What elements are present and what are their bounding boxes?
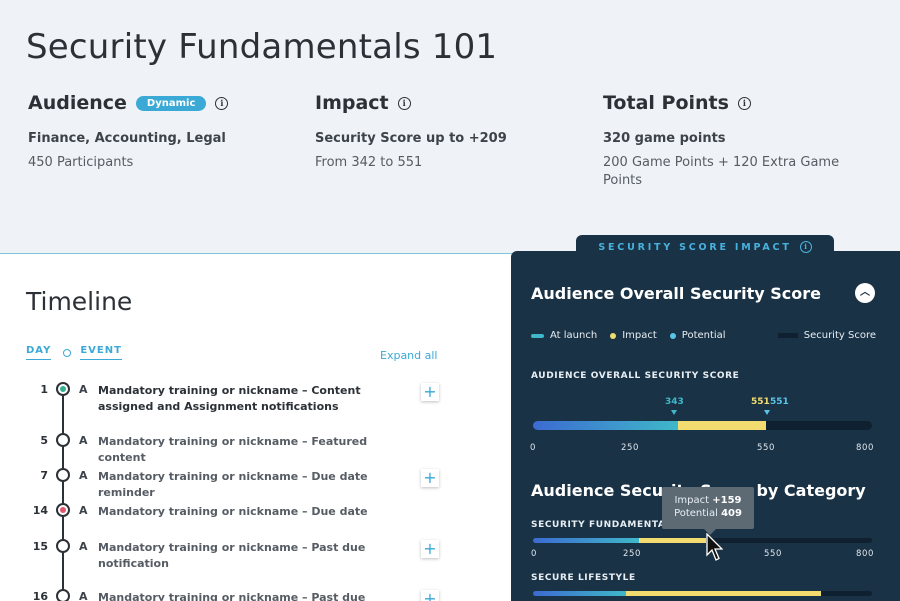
timeline-line — [62, 389, 64, 601]
pending-node-icon — [56, 433, 70, 447]
event-title[interactable]: Mandatory training or nickname – Content… — [98, 383, 403, 415]
event-day: 7 — [40, 469, 48, 482]
category-tick: 800 — [856, 549, 875, 559]
event-day: 15 — [32, 540, 48, 553]
event-type: A — [79, 540, 88, 553]
event-day: 16 — [32, 590, 48, 601]
audience-participants: 450 Participants — [28, 155, 134, 170]
impact-marker-label: 551 — [751, 397, 770, 407]
security-score-impact-tab[interactable]: SECURITY SCORE IMPACT i — [576, 235, 834, 259]
event-title[interactable]: Mandatory training or nickname – Feature… — [98, 434, 403, 466]
pending-node-icon — [56, 468, 70, 482]
overall-tick: 250 — [621, 443, 640, 453]
chevron-up-icon[interactable]: ︿ — [855, 283, 875, 303]
impact-swatch — [610, 332, 617, 339]
event-day: 14 — [32, 504, 48, 517]
add-icon[interactable]: + — [421, 540, 439, 558]
audience-departments: Finance, Accounting, Legal — [28, 131, 226, 146]
event-day: 5 — [40, 434, 48, 447]
at-launch-segment — [533, 591, 627, 596]
legend-impact: Impact — [610, 330, 657, 341]
timeline-title: Timeline — [26, 287, 133, 316]
impact-title: Impact — [315, 92, 389, 114]
audience-section: Audience Dynamic i Finance, Accounting, … — [28, 92, 268, 172]
category-score-bar[interactable] — [533, 538, 872, 543]
event-column-header[interactable]: EVENT — [80, 345, 122, 360]
audience-title: Audience — [28, 92, 127, 114]
overall-tick: 800 — [856, 443, 875, 453]
add-icon[interactable]: + — [421, 383, 439, 401]
pending-node-icon — [56, 589, 70, 601]
summary-header: Security Fundamentals 101 Audience Dynam… — [0, 0, 900, 254]
info-icon[interactable]: i — [397, 96, 411, 110]
dynamic-badge: Dynamic — [135, 95, 207, 111]
event-type: A — [79, 434, 88, 447]
event-title[interactable]: Mandatory training or nickname – Due dat… — [98, 504, 403, 520]
add-icon[interactable]: + — [421, 469, 439, 487]
points-title: Total Points — [603, 92, 729, 114]
day-column-header[interactable]: DAY — [26, 345, 52, 360]
event-type: A — [79, 469, 88, 482]
tab-label: SECURITY SCORE IMPACT — [598, 241, 792, 253]
timeline-header: DAY EVENT — [26, 345, 122, 360]
at-launch-segment — [533, 538, 639, 543]
launch-marker-label: 343 — [665, 397, 684, 407]
at-launch-swatch — [531, 333, 544, 338]
legend-security-score: Security Score — [777, 330, 876, 341]
impact-range: From 342 to 551 — [315, 155, 423, 170]
info-icon[interactable]: i — [799, 241, 812, 253]
alert-node-icon — [56, 503, 70, 517]
event-day: 1 — [40, 383, 48, 396]
add-icon[interactable]: + — [421, 590, 439, 601]
impact-segment — [626, 591, 822, 596]
impact-segment — [678, 421, 767, 430]
event-type: A — [79, 590, 88, 601]
potential-marker — [764, 410, 770, 415]
category-tick: 0 — [531, 549, 538, 559]
event-type: A — [79, 383, 88, 396]
event-type: A — [79, 504, 88, 517]
points-section: Total Points i 320 game points 200 Game … — [603, 92, 843, 190]
points-total: 320 game points — [603, 131, 726, 146]
expand-all-link[interactable]: Expand all — [380, 349, 438, 362]
page-title: Security Fundamentals 101 — [26, 27, 498, 67]
complete-node-icon — [56, 382, 70, 396]
pending-node-icon — [56, 539, 70, 553]
info-icon[interactable]: i — [215, 96, 229, 110]
event-title[interactable]: Mandatory training or nickname – Past du… — [98, 540, 403, 572]
launch-marker — [671, 410, 677, 415]
score-legend: At launch Impact Potential Security Scor… — [531, 330, 876, 341]
legend-at-launch: At launch — [531, 330, 597, 341]
impact-segment — [638, 538, 707, 543]
tooltip-potential: Potential 409 — [674, 508, 742, 519]
timeline-node-icon — [63, 348, 72, 357]
mouse-cursor-icon — [706, 533, 723, 561]
info-icon[interactable]: i — [737, 96, 751, 110]
impact-score: Security Score up to +209 — [315, 131, 507, 146]
tooltip-impact: Impact +159 — [674, 495, 742, 506]
score-tooltip: Impact +159 Potential 409 — [662, 487, 754, 535]
category-label: SECURE LIFESTYLE — [531, 573, 636, 583]
event-title[interactable]: Mandatory training or nickname – Due dat… — [98, 469, 403, 501]
overall-score-label: AUDIENCE OVERALL SECURITY SCORE — [531, 371, 740, 381]
legend-potential: Potential — [669, 330, 726, 341]
security-score-swatch — [777, 333, 798, 338]
overall-score-bar[interactable] — [533, 421, 872, 430]
category-tick: 250 — [623, 549, 642, 559]
points-breakdown: 200 Game Points + 120 Extra Game Points — [603, 155, 840, 188]
panel-title: Audience Overall Security Score — [531, 284, 821, 303]
category-label: SECURITY FUNDAMENTALS — [531, 520, 679, 530]
category-score-bar[interactable] — [533, 591, 872, 596]
category-tick: 550 — [764, 549, 783, 559]
potential-swatch — [669, 332, 676, 339]
potential-marker-label: 551 — [770, 397, 789, 407]
event-title[interactable]: Mandatory training or nickname – Past du… — [98, 590, 403, 601]
impact-section: Impact i Security Score up to +209 From … — [315, 92, 555, 172]
overall-tick: 550 — [757, 443, 776, 453]
overall-tick: 0 — [530, 443, 537, 453]
at-launch-segment — [533, 421, 679, 430]
